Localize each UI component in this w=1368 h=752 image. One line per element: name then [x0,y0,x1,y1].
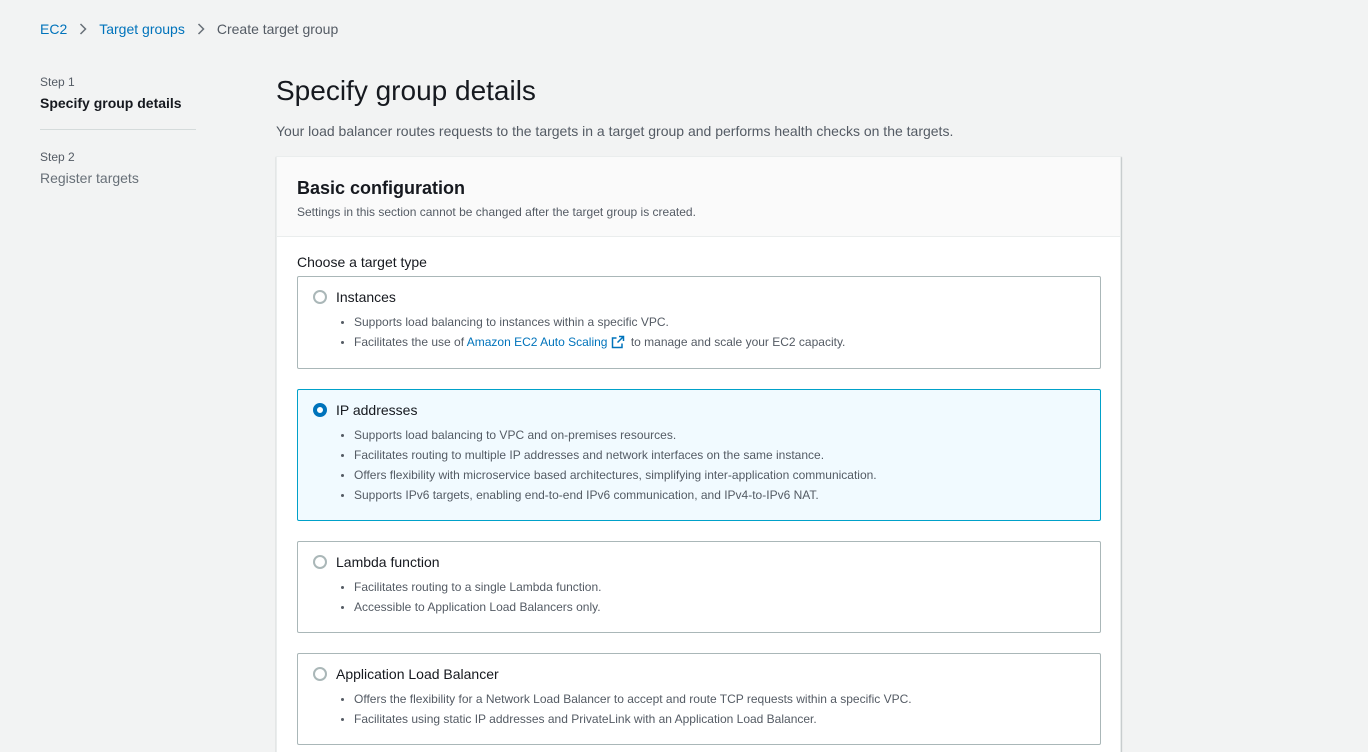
external-link-icon[interactable] [611,335,625,355]
list-item: Supports load balancing to instances wit… [337,312,1085,332]
chevron-right-icon [67,23,99,35]
list-item: Facilitates using static IP addresses an… [337,709,1085,729]
chevron-right-icon [185,23,217,35]
target-type-label: Choose a target type [297,254,427,270]
list-item: Accessible to Application Load Balancers… [337,597,1085,617]
step-number: Step 2 [40,150,75,164]
wizard-step-2: Step 2 Register targets [40,129,196,204]
list-item: Offers the flexibility for a Network Loa… [337,689,1085,709]
target-type-ip-addresses-tile[interactable]: IP addresses Supports load balancing to … [297,389,1101,521]
wizard-steps: Step 1 Specify group details Step 2 Regi… [40,74,196,204]
amazon-ec2-auto-scaling-link[interactable]: Amazon EC2 Auto Scaling [467,335,608,349]
target-type-instances-tile[interactable]: Instances Supports load balancing to ins… [297,276,1101,369]
bullet-text: to manage and scale your EC2 capacity. [627,335,846,349]
breadcrumb-target-groups-link[interactable]: Target groups [99,21,185,37]
bullet-text: Facilitates the use of [354,335,467,349]
target-type-lambda-function-tile[interactable]: Lambda function Facilitates routing to a… [297,541,1101,633]
step-title: Register targets [40,170,139,186]
tile-label: Lambda function [336,554,440,570]
step-title: Specify group details [40,95,182,111]
target-type-application-load-balancer-tile[interactable]: Application Load Balancer Offers the fle… [297,653,1101,745]
panel-title: Basic configuration [297,178,466,198]
list-item: Facilitates routing to a single Lambda f… [337,577,1085,597]
tile-label: Application Load Balancer [336,666,499,682]
step-number: Step 1 [40,75,75,89]
panel-header: Basic configuration Settings in this sec… [277,157,1120,237]
list-item: Supports IPv6 targets, enabling end-to-e… [337,485,1085,505]
page-title: Specify group details [276,75,536,106]
page-description: Your load balancer routes requests to th… [276,123,954,139]
list-item: Offers flexibility with microservice bas… [337,465,1085,485]
tile-label: Instances [336,289,396,305]
basic-configuration-panel: Basic configuration Settings in this sec… [276,156,1121,752]
breadcrumb-current: Create target group [216,21,339,37]
breadcrumb-ec2-link[interactable]: EC2 [40,21,67,37]
target-type-application-load-balancer-radio[interactable] [313,667,327,681]
target-type-lambda-function-radio[interactable] [313,555,327,569]
list-item: Facilitates routing to multiple IP addre… [337,445,1085,465]
panel-subtitle: Settings in this section cannot be chang… [297,205,696,219]
tile-label: IP addresses [336,402,418,418]
list-item: Facilitates the use of Amazon EC2 Auto S… [337,332,1085,355]
wizard-step-1: Step 1 Specify group details [40,74,196,129]
target-type-instances-radio[interactable] [313,290,327,304]
breadcrumb: EC2 Target groups Create target group [40,19,338,39]
list-item: Supports load balancing to VPC and on-pr… [337,425,1085,445]
target-type-ip-addresses-radio[interactable] [313,403,327,417]
